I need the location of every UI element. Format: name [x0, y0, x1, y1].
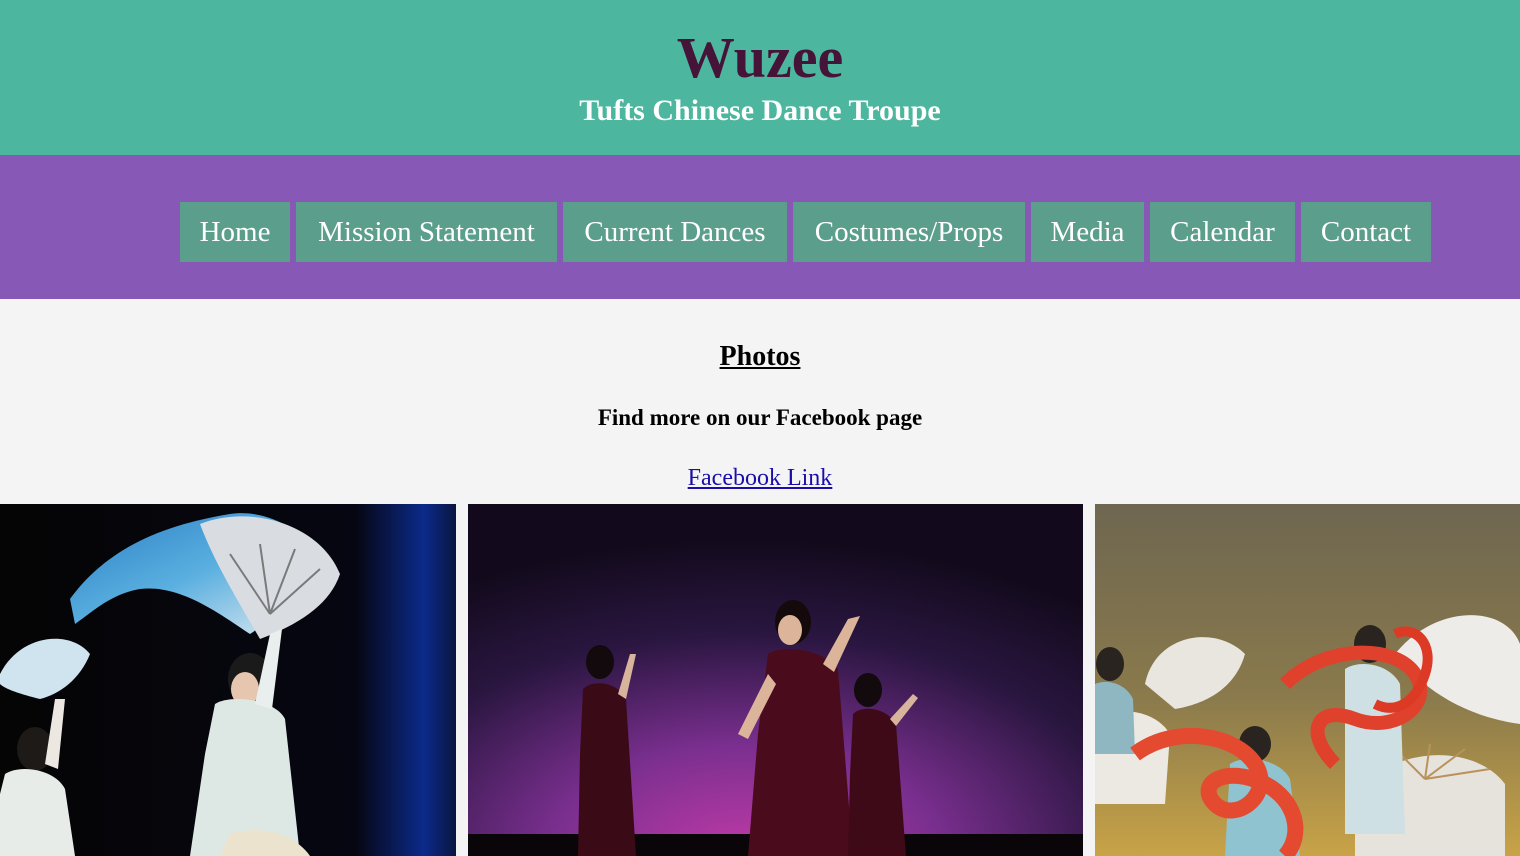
- photo-ribbon-fan-group[interactable]: [1095, 504, 1520, 856]
- facebook-link-wrapper: Facebook Link: [0, 462, 1520, 494]
- photos-heading: Photos: [719, 341, 801, 372]
- nav-item-costumes-props[interactable]: Costumes/Props: [793, 202, 1025, 262]
- nav-item-mission-statement[interactable]: Mission Statement: [296, 202, 557, 262]
- site-subtitle: Tufts Chinese Dance Troupe: [579, 94, 941, 127]
- nav-item-media[interactable]: Media: [1031, 202, 1144, 262]
- nav-item-home[interactable]: Home: [180, 202, 290, 262]
- site-header: Wuzee Tufts Chinese Dance Troupe: [0, 0, 1520, 155]
- photo-qipao-dancers[interactable]: [468, 504, 1083, 856]
- photo-ribbon-fan-group-image: [1095, 504, 1520, 856]
- site-title: Wuzee: [676, 25, 844, 90]
- photo-fan-dancers[interactable]: [0, 504, 456, 856]
- photo-qipao-dancers-image: [468, 504, 1083, 856]
- facebook-link[interactable]: Facebook Link: [688, 465, 833, 491]
- nav-item-current-dances[interactable]: Current Dances: [563, 202, 787, 262]
- nav-item-calendar[interactable]: Calendar: [1150, 202, 1295, 262]
- main-content: Photos Find more on our Facebook page Fa…: [0, 299, 1520, 504]
- photo-fan-dancers-image: [0, 504, 456, 856]
- facebook-text: Find more on our Facebook page: [597, 405, 923, 430]
- nav-bar: Home Mission Statement Current Dances Co…: [0, 155, 1520, 299]
- nav-item-contact[interactable]: Contact: [1301, 202, 1431, 262]
